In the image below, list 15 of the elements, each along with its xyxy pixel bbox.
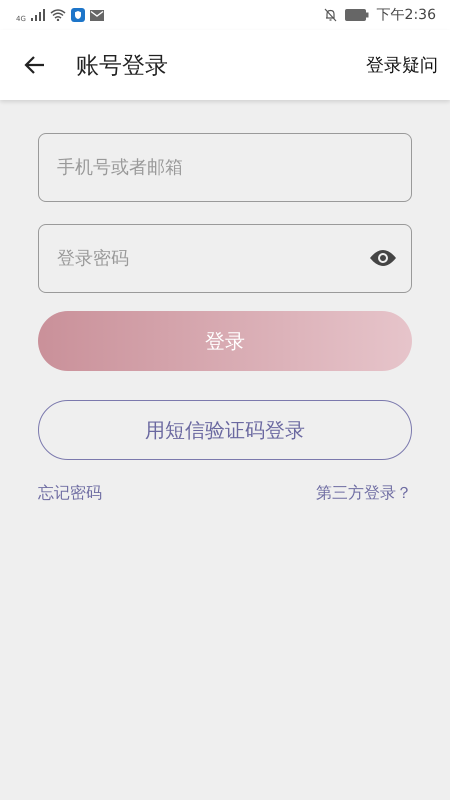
bell-off-icon <box>324 8 337 22</box>
sms-login-button[interactable]: 用短信验证码登录 <box>38 400 412 460</box>
help-link[interactable]: 登录疑问 <box>366 53 438 77</box>
eye-icon[interactable] <box>368 248 398 268</box>
forgot-password-link[interactable]: 忘记密码 <box>38 483 102 504</box>
mail-icon <box>90 10 104 20</box>
signal-icon <box>30 9 45 21</box>
third-party-login-link[interactable]: 第三方登录？ <box>316 483 412 504</box>
status-time: 下午2:36 <box>376 6 436 24</box>
battery-icon <box>344 9 369 21</box>
page-title: 账号登录 <box>76 52 168 80</box>
password-field[interactable]: 登录密码 <box>38 224 412 293</box>
wifi-icon <box>50 9 66 21</box>
account-field[interactable]: 手机号或者邮箱 <box>38 133 412 202</box>
shield-icon <box>70 8 85 22</box>
